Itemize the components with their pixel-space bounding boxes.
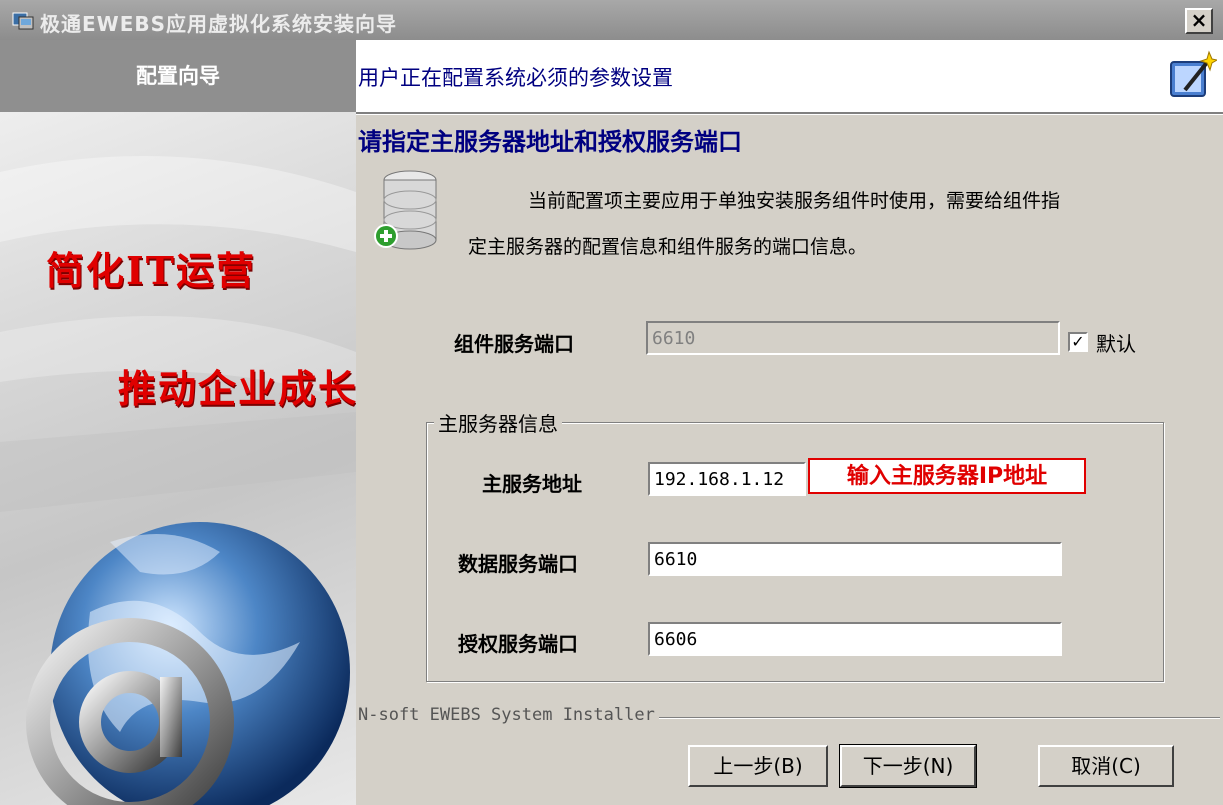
main-server-label: 主服务地址 xyxy=(482,472,582,496)
cancel-button[interactable]: 取消(C) xyxy=(1038,745,1174,787)
installer-window: 极通EWEBS应用虚拟化系统安装向导 × 配置向导 简化IT运营 推动企业成长 … xyxy=(0,0,1223,805)
wizard-header: 用户正在配置系统必须的参数设置 xyxy=(356,40,1223,112)
close-button[interactable]: × xyxy=(1185,8,1213,34)
sidebar-artwork xyxy=(0,156,356,805)
window-title: 极通EWEBS应用虚拟化系统安装向导 xyxy=(40,12,398,36)
main-server-group-label: 主服务器信息 xyxy=(434,408,562,437)
section-title: 请指定主服务器地址和授权服务端口 xyxy=(358,128,742,156)
wizard-sidebar: 配置向导 简化IT运营 推动企业成长 xyxy=(0,40,356,805)
component-port-input[interactable] xyxy=(646,321,1060,355)
database-add-icon xyxy=(374,170,437,250)
data-port-input[interactable] xyxy=(648,542,1062,576)
wizard-content: 用户正在配置系统必须的参数设置 请指定主服务器地址和授权服务端口 当前配置项主要… xyxy=(356,40,1223,805)
default-checkbox-label[interactable]: 默认 xyxy=(1096,328,1136,357)
header-subtitle: 用户正在配置系统必须的参数设置 xyxy=(358,66,673,90)
app-icon xyxy=(12,12,34,30)
description-line-2: 定主服务器的配置信息和组件服务的端口信息。 xyxy=(468,236,868,258)
installer-caption: N-soft EWEBS System Installer xyxy=(358,705,659,725)
auth-port-label: 授权服务端口 xyxy=(458,632,578,656)
back-button[interactable]: 上一步(B) xyxy=(688,745,828,787)
component-port-label: 组件服务端口 xyxy=(454,332,574,356)
wizard-icon xyxy=(1170,50,1217,97)
main-server-input[interactable] xyxy=(648,462,806,496)
data-port-label: 数据服务端口 xyxy=(458,552,578,576)
default-checkbox[interactable]: ✓ xyxy=(1068,332,1088,352)
next-button[interactable]: 下一步(N) xyxy=(839,744,977,788)
slogan-line-2: 推动企业成长 xyxy=(118,366,356,411)
slogan-line-1: 简化IT运营 xyxy=(46,248,257,293)
description-line-1: 当前配置项主要应用于单独安装服务组件时使用，需要给组件指 xyxy=(528,190,1061,212)
sidebar-header: 配置向导 xyxy=(0,40,356,112)
header-separator xyxy=(356,112,1223,115)
title-bar[interactable]: 极通EWEBS应用虚拟化系统安装向导 × xyxy=(0,0,1223,40)
ip-annotation-callout: 输入主服务器IP地址 xyxy=(808,458,1086,494)
auth-port-input[interactable] xyxy=(648,622,1062,656)
